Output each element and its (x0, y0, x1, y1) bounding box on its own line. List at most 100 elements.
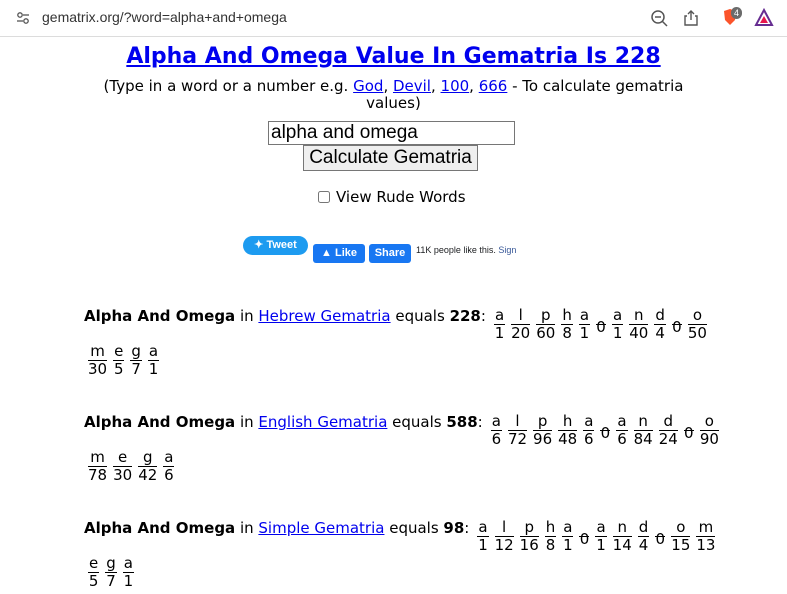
letter-value: 5 (88, 572, 99, 590)
letter-value: 78 (88, 466, 108, 484)
facebook-share-button[interactable]: Share (369, 244, 411, 263)
letter-value: 0 (655, 530, 666, 548)
letter-value-pair: h 48 (558, 413, 578, 448)
letter-value: 0 (672, 318, 682, 336)
letter-value: 12 (494, 536, 514, 554)
twitter-bird-icon: ✦ (254, 239, 264, 251)
letter-breakdown-line: a 1 l 12 p 16 h 8 a 1 0 a 1 n 14 d 4 0 o 15 m 13 (477, 519, 721, 554)
cipher-link[interactable]: Simple Gematria (258, 519, 384, 537)
letter-value-pair: a1 (595, 519, 607, 554)
letter: p (519, 519, 539, 537)
letter-value-pair: g7 (105, 555, 117, 590)
cipher-link[interactable]: Hebrew Gematria (258, 307, 390, 325)
letter: e (113, 342, 125, 361)
letter-value-pair: n 84 (633, 413, 653, 448)
letter: l (511, 307, 531, 325)
tweet-button[interactable]: ✦ Tweet (243, 236, 308, 255)
letter-value-pair: a6 (616, 412, 628, 448)
letter-value-pair: a6 (583, 413, 595, 448)
brave-rewards-icon[interactable] (754, 8, 774, 28)
letter-value-pair: l 72 (507, 413, 528, 448)
instructions-text: (Type in a word or a number e.g. God, De… (103, 77, 684, 112)
letter: m (88, 343, 108, 361)
letter-value-pair: m 13 (696, 519, 716, 554)
letter-value: 1 (148, 360, 159, 378)
letter: n (629, 307, 649, 325)
facebook-sign-link[interactable]: Sign (498, 245, 516, 255)
letter-value: 96 (533, 430, 553, 448)
letter: d (637, 518, 650, 537)
letter-value: 4 (638, 536, 649, 554)
letter-value: 7 (131, 360, 141, 378)
letter: a (477, 518, 489, 537)
like-count-text: 11K people like this. (416, 245, 496, 255)
example-link-666[interactable]: 666 (479, 77, 508, 95)
rude-words-label: View Rude Words (336, 188, 466, 206)
word-input[interactable] (268, 121, 515, 145)
letter-value-pair: n 40 (629, 307, 649, 342)
letter: h (544, 518, 557, 537)
letter-value: 7 (106, 572, 116, 590)
letter-value-pair: e 30 (113, 449, 133, 484)
letter-value: 30 (88, 360, 108, 378)
rude-words-checkbox[interactable] (318, 191, 330, 203)
letter-value: 24 (658, 430, 678, 448)
letter-value: 1 (612, 324, 623, 342)
letter-value-pair: 0 (671, 307, 682, 342)
tweet-label: Tweet (266, 239, 297, 251)
letter-value-pair: d 24 (658, 413, 678, 448)
letter-value: 1 (579, 324, 590, 342)
letter: m (696, 519, 716, 537)
letter-value: 0 (579, 530, 590, 548)
result-summary: Alpha And Omega in Simple Gematria equal… (84, 519, 470, 537)
letter-value: 60 (536, 324, 556, 342)
letter: a (616, 412, 628, 431)
letter-breakdown-continuation: m 78 e 30 g 42 a 6 (88, 449, 180, 484)
facebook-like-button[interactable]: ▲ Like (313, 244, 365, 263)
letter-value-pair: a6 (490, 413, 502, 448)
result-summary: Alpha And Omega in Hebrew Gematria equal… (84, 307, 486, 325)
title-link[interactable]: Alpha And Omega Value In Gematria Is 228 (126, 44, 660, 69)
cipher-link[interactable]: English Gematria (258, 413, 387, 431)
address-bar: gematrix.org/?word=alpha+and+omega 4 (0, 0, 787, 37)
letter-value: 8 (562, 324, 572, 342)
letter-value-pair: 0 (596, 307, 607, 342)
site-settings-icon[interactable] (15, 10, 31, 26)
letter-breakdown-line: a 6 l 72 p 96 h 48 a 6 0 a 6 n 84 d 24 0 o 90 (490, 412, 725, 448)
letter-breakdown-line: a 1 l 20 p 60 h 8 a 1 0 a 1 n 40 d 4 0 o 50 (493, 307, 713, 342)
letter-value: 1 (494, 324, 505, 342)
letter-breakdown-continuation: m 30 e 5 g 7 a 1 (88, 343, 165, 378)
letter-value-pair: e5 (113, 342, 125, 378)
letter-value: 84 (633, 430, 653, 448)
letter-value-pair: a1 (493, 307, 506, 342)
letter-value-pair: a1 (562, 519, 574, 554)
letter-value: 0 (684, 424, 694, 442)
letter-value-pair: o 50 (687, 307, 707, 342)
letter-value-pair: m 30 (88, 343, 108, 378)
letter: n (633, 413, 653, 431)
letter-value-pair: o 15 (671, 519, 691, 554)
rude-words-option[interactable]: View Rude Words (318, 188, 466, 206)
letter-value: 50 (687, 324, 707, 342)
letter-value-pair: a1 (578, 307, 591, 342)
letter-value: 1 (478, 536, 488, 554)
example-link-devil[interactable]: Devil (393, 77, 431, 95)
url-field[interactable]: gematrix.org/?word=alpha+and+omega (42, 9, 287, 25)
letter-value-pair: n 14 (612, 519, 632, 554)
letter-value-pair: o 90 (699, 413, 719, 448)
result-phrase: Alpha And Omega (84, 307, 236, 325)
letter: d (654, 306, 666, 325)
result-phrase: Alpha And Omega (84, 519, 236, 537)
letter-value: 20 (511, 324, 531, 342)
letter-value-pair: 0 (579, 519, 590, 554)
zoom-icon[interactable] (649, 8, 669, 28)
calculate-button[interactable]: Calculate Gematria (303, 145, 478, 171)
like-label: Like (334, 247, 357, 259)
letter-value: 14 (612, 536, 632, 554)
letter-value-pair: d4 (654, 307, 666, 342)
letter-value: 6 (491, 430, 502, 448)
letter-value: 42 (138, 466, 158, 484)
share-icon[interactable] (681, 8, 701, 28)
example-link-100[interactable]: 100 (441, 77, 470, 95)
example-link-god[interactable]: God (353, 77, 383, 95)
